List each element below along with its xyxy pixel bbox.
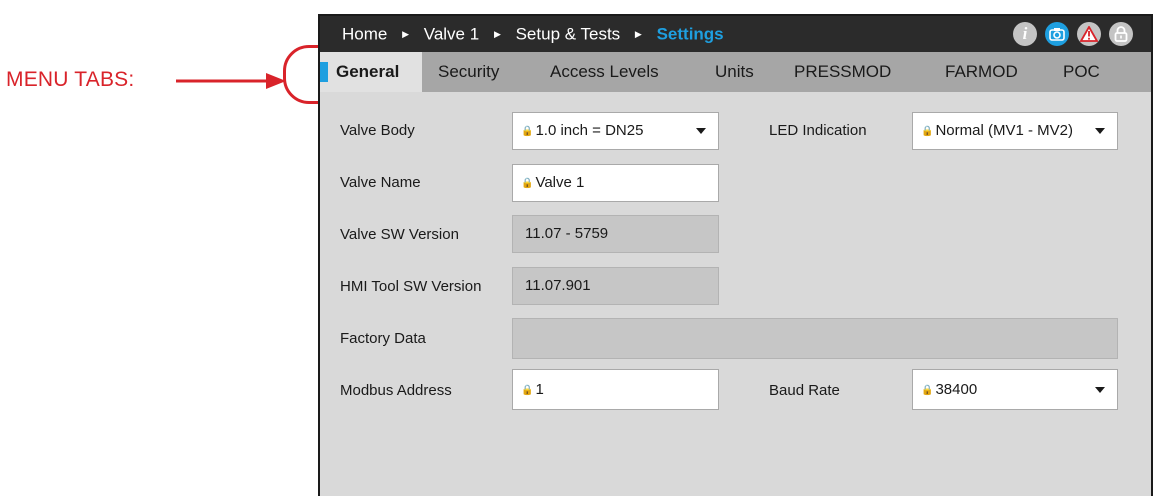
warning-icon[interactable]	[1077, 22, 1101, 46]
modbus-address-value: 1	[535, 381, 544, 398]
modbus-address-field[interactable]: 🔒 1	[512, 369, 719, 410]
tab-poc[interactable]: POC	[1063, 52, 1100, 92]
menu-tabs-annotation-label: MENU TABS:	[6, 68, 135, 91]
lock-icon[interactable]	[1109, 22, 1133, 46]
lock-icon: 🔒	[921, 126, 934, 137]
factory-data-label: Factory Data	[340, 330, 426, 347]
modbus-address-label: Modbus Address	[340, 382, 452, 399]
valve-name-label: Valve Name	[340, 174, 421, 191]
lock-icon: 🔒	[921, 385, 934, 396]
led-indication-select[interactable]: 🔒 Normal (MV1 - MV2)	[912, 112, 1118, 150]
breadcrumb-separator-icon: ▶	[493, 29, 501, 40]
info-icon[interactable]: i	[1013, 22, 1037, 46]
valve-body-value: 1.0 inch = DN25	[535, 122, 644, 139]
title-bar: Home ▶ Valve 1 ▶ Setup & Tests ▶ Setting…	[320, 16, 1151, 52]
chevron-down-icon	[1095, 387, 1105, 393]
valve-sw-version-label: Valve SW Version	[340, 226, 459, 243]
breadcrumb-separator-icon: ▶	[634, 29, 642, 40]
valve-body-label: Valve Body	[340, 122, 415, 139]
hmi-sw-version-label: HMI Tool SW Version	[340, 278, 482, 295]
chevron-down-icon	[1095, 128, 1105, 134]
lock-icon: 🔒	[521, 385, 534, 396]
factory-data-field	[512, 318, 1118, 359]
tab-general[interactable]: General	[320, 52, 422, 92]
breadcrumb-valve[interactable]: Valve 1	[424, 25, 479, 44]
camera-icon[interactable]	[1045, 22, 1069, 46]
annotation-arrow-icon	[176, 73, 286, 89]
breadcrumb-settings: Settings	[656, 24, 724, 44]
tab-pressmod[interactable]: PRESSMOD	[794, 52, 891, 92]
baud-rate-label: Baud Rate	[769, 382, 840, 399]
valve-sw-version-field: 11.07 - 5759	[512, 215, 719, 253]
header-icons: i	[1013, 22, 1133, 46]
breadcrumb-home[interactable]: Home	[342, 25, 387, 44]
led-indication-value: Normal (MV1 - MV2)	[935, 122, 1073, 139]
tab-farmod[interactable]: FARMOD	[945, 52, 1018, 92]
led-indication-label: LED Indication	[769, 122, 867, 139]
valve-body-select[interactable]: 🔒 1.0 inch = DN25	[512, 112, 719, 150]
breadcrumb-setup-tests[interactable]: Setup & Tests	[516, 25, 621, 44]
chevron-down-icon	[696, 128, 706, 134]
lock-icon: 🔒	[521, 126, 534, 137]
tab-access-levels[interactable]: Access Levels	[550, 52, 659, 92]
menu-tabs: General Security Access Levels Units PRE…	[320, 52, 1151, 92]
valve-name-value: Valve 1	[535, 174, 585, 191]
tab-units[interactable]: Units	[715, 52, 754, 92]
active-tab-marker	[320, 62, 328, 82]
hmi-sw-version-field: 11.07.901	[512, 267, 719, 305]
breadcrumb-separator-icon: ▶	[402, 29, 410, 40]
lock-icon: 🔒	[521, 178, 534, 189]
baud-rate-select[interactable]: 🔒 38400	[912, 369, 1118, 410]
settings-window: Home ▶ Valve 1 ▶ Setup & Tests ▶ Setting…	[318, 14, 1153, 496]
valve-name-field[interactable]: 🔒 Valve 1	[512, 164, 719, 202]
tab-label: General	[336, 62, 400, 81]
breadcrumb: Home ▶ Valve 1 ▶ Setup & Tests ▶ Setting…	[342, 24, 724, 45]
baud-rate-value: 38400	[935, 381, 978, 398]
tab-security[interactable]: Security	[438, 52, 499, 92]
